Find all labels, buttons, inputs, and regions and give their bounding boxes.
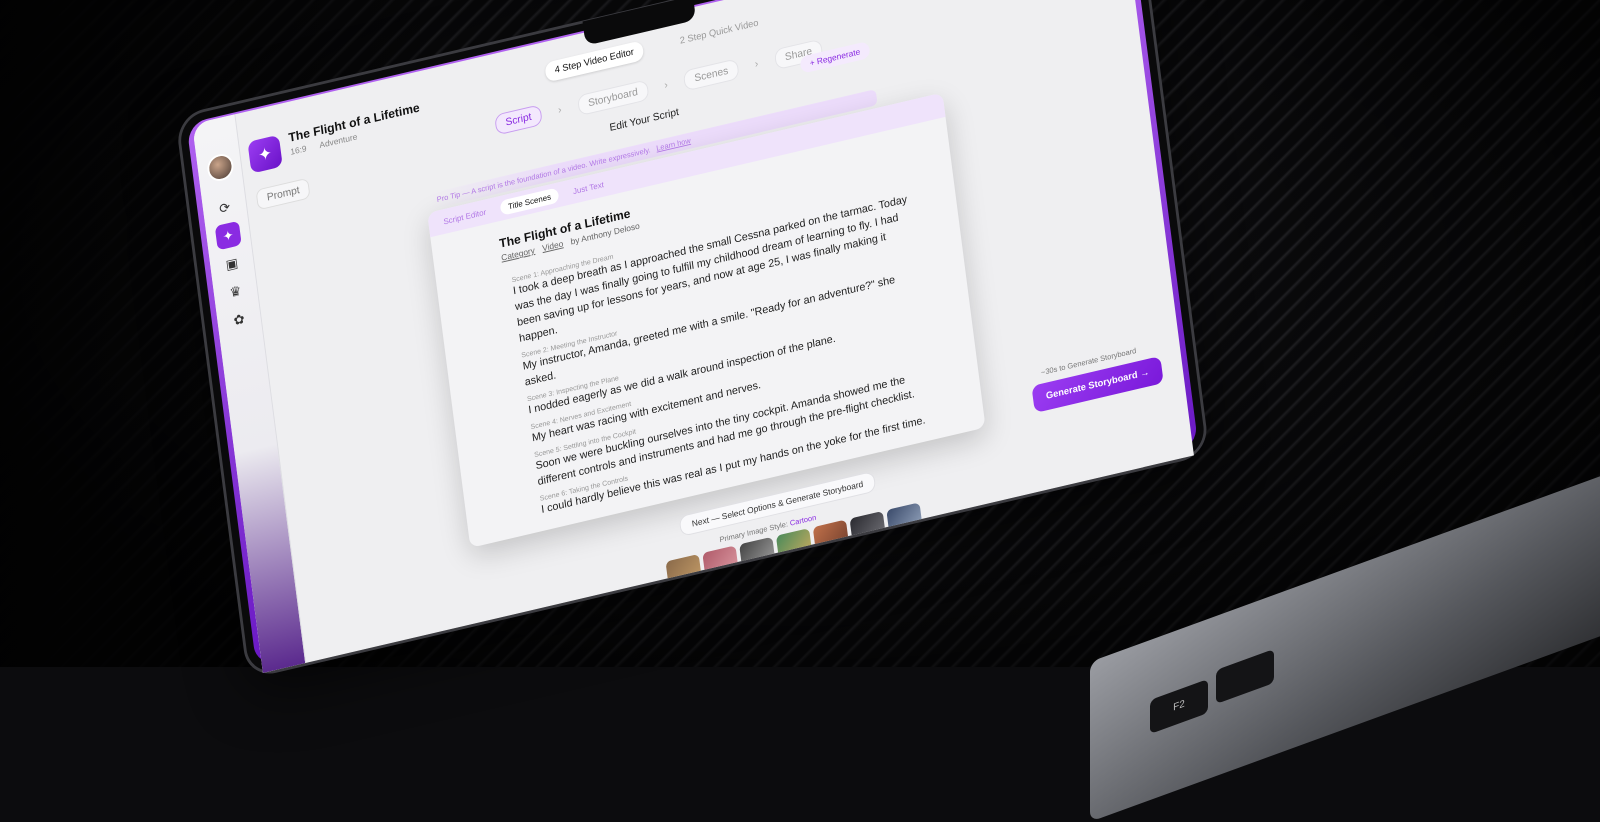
paw-icon[interactable]: ✿ (226, 304, 253, 334)
generate-storyboard-button[interactable]: Generate Storyboard → (1031, 355, 1164, 414)
prompt-button[interactable]: Prompt (255, 177, 312, 211)
aspect-ratio: 16:9 (289, 143, 308, 157)
app-logo: ✦ (247, 134, 283, 174)
editor-heading: Edit Your Script (608, 106, 680, 134)
tab-script-editor[interactable]: Script Editor (435, 203, 494, 231)
chevron-right-icon: › (754, 58, 760, 71)
learn-more-link[interactable]: Learn how (656, 136, 691, 152)
sync-icon[interactable]: ⟳ (211, 193, 238, 223)
trophy-icon[interactable]: ♛ (222, 277, 249, 307)
image-style-value[interactable]: Cartoon (789, 513, 816, 527)
avatar[interactable] (205, 151, 235, 184)
video-dropdown[interactable]: Video (542, 239, 564, 253)
key-f2: F2 (1150, 678, 1208, 735)
sparkle-icon[interactable]: ✦ (214, 220, 242, 251)
tab-4-step[interactable]: 4 Step Video Editor (544, 40, 645, 83)
key (1216, 648, 1274, 705)
chevron-right-icon: › (557, 104, 563, 117)
regenerate-label: Regenerate (816, 46, 861, 67)
step-storyboard[interactable]: Storyboard (576, 79, 650, 117)
tab-just-text[interactable]: Just Text (565, 175, 612, 200)
script-editor: Script Editor Title Scenes Just Text The… (427, 92, 986, 548)
step-scenes[interactable]: Scenes (683, 58, 740, 92)
step-script[interactable]: Script (494, 104, 543, 136)
generate-label: Generate Storyboard (1045, 370, 1139, 402)
folder-icon[interactable]: ▣ (218, 249, 245, 279)
chevron-right-icon: › (663, 79, 669, 92)
tab-title-scenes[interactable]: Title Scenes (499, 187, 560, 216)
